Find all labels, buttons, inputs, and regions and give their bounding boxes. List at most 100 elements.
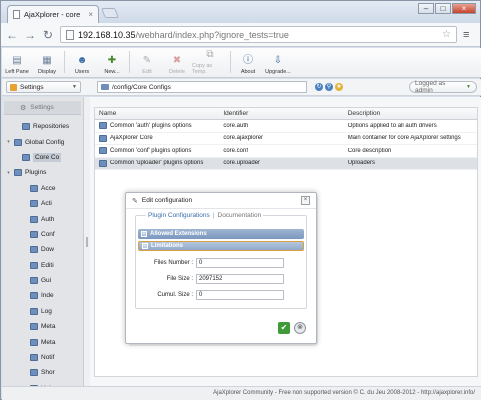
- cell-description: Uploaders: [347, 160, 376, 167]
- reload-icon[interactable]: ↻: [42, 28, 54, 42]
- cell-name-text: Common 'conf' plugins options: [110, 147, 192, 154]
- folder-icon: [30, 369, 38, 377]
- folder-tree: Repositories ▾ Global Config Core Co ▾ Plugin…: [2, 119, 83, 386]
- column-description[interactable]: Description: [344, 110, 477, 117]
- left-panel-header: ⚙ Settings: [4, 101, 81, 115]
- tree-node-label: Dow: [41, 246, 55, 254]
- tree-node[interactable]: Auth: [2, 211, 83, 226]
- tree-node[interactable]: ▾ Plugins: [2, 165, 83, 180]
- users-button[interactable]: ☻ Users: [67, 55, 97, 76]
- workspace-select[interactable]: Settings ▼: [6, 81, 81, 93]
- column-name[interactable]: Name: [95, 110, 219, 117]
- tree-node[interactable]: Log: [2, 304, 83, 319]
- files-number-input[interactable]: 0: [196, 258, 284, 268]
- tree-node-label: Notif: [41, 354, 55, 362]
- new-tab-button[interactable]: [101, 8, 119, 18]
- ok-button[interactable]: ✔: [278, 322, 290, 334]
- url-field[interactable]: 192.168.10.35/webhard/index.php?ignore_t…: [60, 26, 457, 43]
- bookmark-icon[interactable]: ★: [335, 83, 343, 91]
- tree-node-label: Meta: [41, 338, 56, 346]
- file-size-input[interactable]: 2097152: [196, 274, 284, 284]
- gear-icon: ⚙: [20, 104, 27, 112]
- folder-icon: [30, 292, 38, 300]
- url-host: 192.168.10.35: [78, 29, 136, 40]
- refresh-icon[interactable]: ↻: [315, 83, 323, 91]
- folder-icon: [22, 153, 30, 161]
- tree-node[interactable]: Meta: [2, 334, 83, 349]
- new-label: New...: [104, 69, 120, 75]
- tree-node-label: Plugins: [25, 169, 47, 177]
- app-toolbar: ▤ Left Pane ▦ Display ☻ Users ✚ New... ✎…: [2, 48, 481, 78]
- tree-node[interactable]: Dow: [2, 242, 83, 257]
- minimize-button[interactable]: –: [418, 3, 434, 14]
- forward-icon[interactable]: →: [24, 28, 36, 42]
- edit-button[interactable]: ✎ Edit: [132, 55, 162, 76]
- tab-close-icon[interactable]: ×: [88, 10, 93, 19]
- left-pane-button[interactable]: ▤ Left Pane: [2, 55, 32, 76]
- copy-as-temp-button[interactable]: ⧉ Copy as Temp.: [192, 49, 228, 76]
- back-icon[interactable]: ←: [6, 28, 18, 42]
- folder-icon: [30, 246, 38, 254]
- tree-node-label: Meta: [41, 323, 56, 331]
- left-panel-title: Settings: [30, 104, 54, 111]
- splitter-grip[interactable]: [86, 237, 88, 247]
- display-button[interactable]: ▦ Display: [32, 55, 62, 76]
- tree-node[interactable]: Editi: [2, 258, 83, 273]
- tab-documentation[interactable]: Documentation: [218, 212, 262, 219]
- users-icon: ☻: [76, 55, 88, 66]
- close-icon[interactable]: ×: [301, 196, 310, 205]
- menu-icon[interactable]: ≡: [463, 29, 475, 41]
- file-size-row: File Size : 2097152: [136, 274, 306, 284]
- tree-node[interactable]: Acce: [2, 181, 83, 196]
- expand-icon: +: [141, 231, 147, 237]
- star-icon[interactable]: ☆: [442, 29, 451, 40]
- table-row[interactable]: Common 'conf' plugins options core.conf Co…: [95, 145, 477, 158]
- column-identifier[interactable]: Identifier: [219, 110, 343, 117]
- cumul-size-input[interactable]: 0: [196, 290, 284, 300]
- delete-button[interactable]: ✖ Delete: [162, 55, 192, 76]
- path-input[interactable]: /config/Core Configs: [97, 81, 307, 93]
- tree-node[interactable]: Acti: [2, 196, 83, 211]
- tree-node[interactable]: ▾ Global Config: [2, 134, 83, 149]
- accordion-allowed-extensions[interactable]: + Allowed Extensions: [138, 229, 304, 239]
- user-menu[interactable]: Logged as admin ▼: [409, 80, 477, 94]
- cell-name: AjaXplorer Core: [95, 134, 219, 142]
- tree-node[interactable]: Core Co: [2, 150, 83, 165]
- accordion-limitations-label: Limitations: [151, 243, 184, 249]
- tree-node-label: Acce: [41, 184, 56, 192]
- maximize-button[interactable]: □: [435, 3, 451, 14]
- cell-identifier: core.uploader: [223, 160, 261, 167]
- url-path: /webhard/index.php?ignore_tests=true: [135, 29, 289, 40]
- tree-node[interactable]: Repositories: [2, 119, 83, 134]
- tree-node[interactable]: Gui: [2, 273, 83, 288]
- accordion-limitations[interactable]: – Limitations: [138, 241, 304, 251]
- browser-tab[interactable]: AjaXplorer - core ×: [7, 5, 99, 23]
- tree-node[interactable]: Inde: [2, 288, 83, 303]
- tab-plugin-configurations[interactable]: Plugin Configurations: [148, 212, 210, 219]
- expand-toggle-icon[interactable]: ▾: [6, 139, 11, 145]
- tree-node[interactable]: Shor: [2, 365, 83, 380]
- table-row[interactable]: Common 'auth' plugins options core.auth Op…: [95, 120, 477, 133]
- table-row[interactable]: AjaXplorer Core core.ajaxplorer Main conta…: [95, 133, 477, 145]
- cell-name-text: AjaXplorer Core: [110, 135, 153, 142]
- tree-node[interactable]: Notif: [2, 350, 83, 365]
- pencil-icon: ✎: [132, 197, 138, 205]
- tree-node[interactable]: Conf: [2, 227, 83, 242]
- expand-toggle-icon[interactable]: ▾: [6, 170, 11, 176]
- close-window-button[interactable]: ×: [452, 3, 476, 14]
- logged-as-label: Logged as admin: [415, 80, 446, 94]
- search-icon[interactable]: ⚲: [325, 83, 333, 91]
- upgrade-button[interactable]: ⇩ Upgrade...: [263, 55, 293, 76]
- new-button[interactable]: ✚ New...: [97, 55, 127, 76]
- cell-name-text: Common 'auth' plugins options: [110, 122, 192, 129]
- table-row[interactable]: Common 'uploader' plugins options core.up…: [95, 157, 477, 170]
- tree-node-label: Conf: [41, 230, 55, 238]
- tree-node[interactable]: Meta: [2, 319, 83, 334]
- folder-icon: [22, 123, 30, 131]
- cancel-button[interactable]: ⊗: [294, 322, 306, 334]
- cumul-size-row: Cumul. Size : 0: [136, 290, 306, 300]
- folder-icon: [14, 138, 22, 146]
- cell-name: Common 'auth' plugins options: [95, 122, 219, 130]
- about-button[interactable]: ⓘ About: [233, 55, 263, 76]
- config-icon: [99, 147, 107, 155]
